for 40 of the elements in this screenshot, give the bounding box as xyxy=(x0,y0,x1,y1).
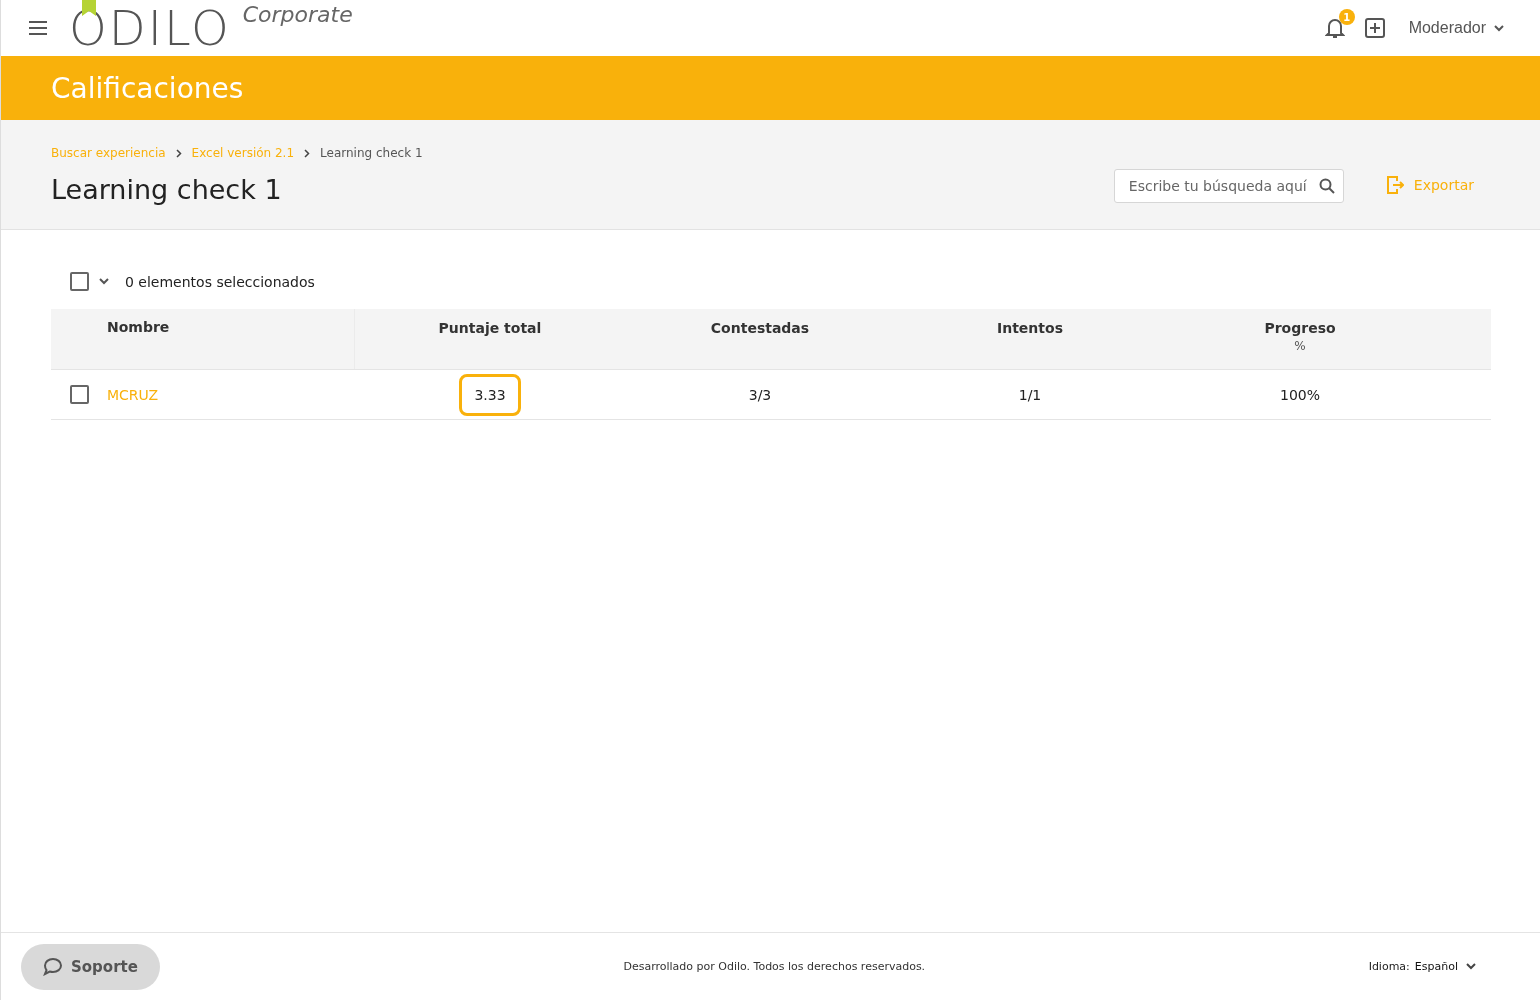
breadcrumb-link[interactable]: Buscar experiencia xyxy=(51,146,166,160)
table-cell: 1/1 xyxy=(1018,386,1042,403)
table-cell: 3.33 xyxy=(459,373,521,416)
checkbox[interactable] xyxy=(70,272,89,291)
selection-count: 0 elementos seleccionados xyxy=(125,273,315,290)
notification-badge: 1 xyxy=(1338,9,1355,25)
logo-suffix: Corporate xyxy=(242,2,353,27)
copyright-text: Desarrollado por Odilo. Todos los derechos reservados. xyxy=(622,960,927,973)
search-field[interactable]: Escribe tu búsqueda aquí xyxy=(1113,169,1344,203)
export-button[interactable]: Exportar xyxy=(1385,175,1474,195)
chevron-right-icon xyxy=(304,148,311,158)
add-icon[interactable] xyxy=(1364,18,1385,38)
banner-title: Calificaciones xyxy=(51,71,244,105)
breadcrumb-link[interactable]: Excel versión 2.1 xyxy=(191,146,295,160)
chevron-down-icon xyxy=(1466,963,1476,970)
chevron-down-icon[interactable] xyxy=(99,278,109,285)
logo-text: ODILO xyxy=(69,4,231,52)
column-header: Nombre xyxy=(107,319,170,335)
support-button[interactable]: Soporte xyxy=(21,943,160,990)
table-cell: 100% xyxy=(1280,386,1320,403)
language-label: Idioma: xyxy=(1368,960,1410,973)
checkbox[interactable] xyxy=(70,385,89,404)
menu-icon[interactable] xyxy=(29,21,47,35)
chevron-right-icon xyxy=(175,148,182,158)
user-menu[interactable]: Moderador xyxy=(1408,19,1504,37)
bell-icon[interactable] xyxy=(1324,17,1345,39)
table-cell: 3/3 xyxy=(748,386,772,403)
chevron-down-icon xyxy=(1494,24,1504,32)
student-link[interactable]: MCRUZ xyxy=(107,386,159,403)
column-unit: % xyxy=(1294,339,1306,353)
export-icon xyxy=(1385,175,1404,195)
page-title: Learning check 1 xyxy=(51,174,283,205)
language-select[interactable]: Español xyxy=(1414,960,1476,973)
column-header: Puntaje total xyxy=(438,320,542,336)
search-icon xyxy=(1318,178,1335,194)
column-header: Contestadas xyxy=(710,320,810,336)
chat-bubble-icon xyxy=(43,957,63,976)
breadcrumb-current: Learning check 1 xyxy=(320,146,423,160)
column-header: Intentos xyxy=(997,320,1063,336)
column-header: Progreso xyxy=(1264,320,1336,336)
